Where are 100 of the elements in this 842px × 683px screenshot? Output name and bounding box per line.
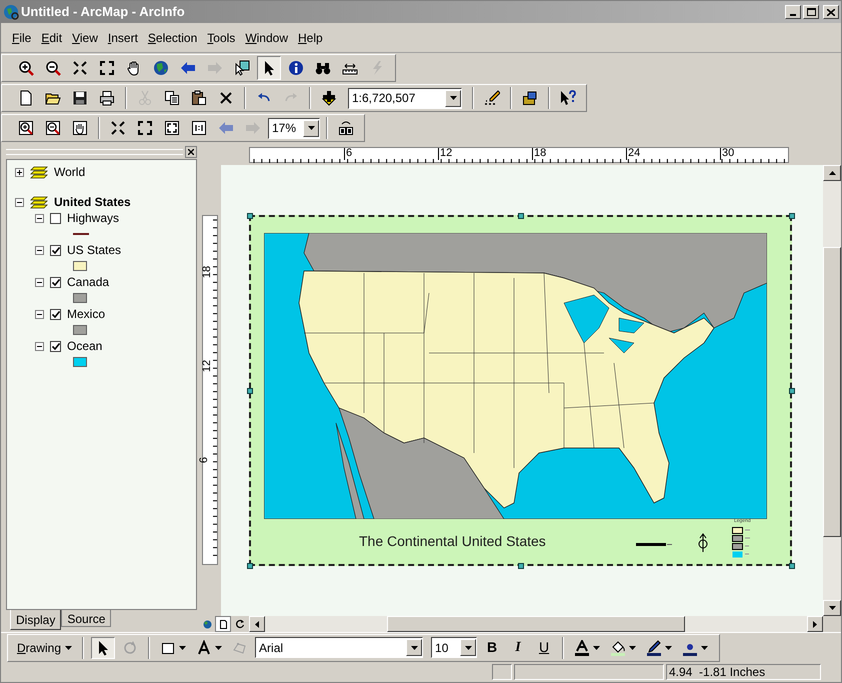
scale-dropdown[interactable]: 1:6,720,507 — [348, 88, 462, 108]
selection-handle[interactable] — [789, 388, 795, 394]
selection-handle[interactable] — [789, 213, 795, 219]
scissors-icon — [137, 90, 153, 106]
italic-button[interactable]: I — [507, 636, 530, 658]
page-magnifier-plus-icon — [18, 120, 34, 136]
maximize-icon — [806, 8, 816, 16]
selection-handle[interactable] — [518, 563, 524, 569]
layer-name[interactable]: Mexico — [67, 305, 106, 323]
layer-name[interactable]: Ocean — [67, 337, 102, 355]
layers-icon — [30, 195, 48, 209]
pointer-map-icon — [234, 60, 250, 76]
expand-toggle[interactable] — [15, 198, 24, 206]
right-arrow-icon — [207, 60, 223, 76]
expand-toggle[interactable] — [35, 310, 44, 318]
left-arrow-icon — [255, 620, 259, 628]
tab[interactable]: Source — [61, 610, 112, 627]
paint-bucket-icon — [610, 640, 626, 656]
expand-toggle[interactable] — [35, 246, 44, 254]
check-icon — [52, 310, 60, 318]
check-icon — [52, 246, 60, 254]
window-title: Untitled - ArcMap - ArcInfo — [21, 3, 185, 22]
up-arrow-icon — [828, 171, 836, 175]
right-arrow-icon — [813, 620, 817, 628]
caret-icon — [629, 646, 636, 650]
close-button[interactable] — [185, 146, 197, 158]
scroll-thumb[interactable] — [387, 616, 685, 632]
ruler-label: 12 — [440, 147, 452, 159]
toolbox-icon — [522, 90, 538, 106]
vertical-scrollbar[interactable] — [823, 165, 841, 616]
scroll-left-button[interactable] — [249, 616, 265, 632]
selection-handle[interactable] — [789, 563, 795, 569]
scale-bar-drawing — [636, 543, 672, 547]
minus-icon — [37, 248, 42, 252]
coordinates-text: 4.94 -1.81 Inches — [669, 664, 766, 681]
underline-button[interactable]: U — [533, 636, 556, 658]
layer-name[interactable]: Highways — [67, 209, 120, 227]
checkbox[interactable] — [50, 276, 61, 288]
select-tool[interactable] — [91, 636, 116, 658]
checkbox[interactable] — [50, 244, 61, 256]
zoom-dropdown[interactable]: 17% — [268, 118, 320, 138]
info-icon — [288, 60, 304, 76]
binoculars-icon — [315, 60, 331, 76]
selection-handle[interactable] — [518, 213, 524, 219]
ruler-label: 6 — [198, 456, 210, 464]
menu-item[interactable]: File — [11, 28, 32, 46]
selection-handle[interactable] — [247, 563, 253, 569]
outward-corners-icon — [137, 120, 153, 136]
page-scale-icon — [191, 120, 207, 136]
data-frame-name[interactable]: World — [54, 163, 86, 181]
menu-item[interactable]: Tools — [206, 28, 236, 46]
checkbox[interactable] — [50, 340, 61, 352]
inward-arrows-icon — [110, 120, 126, 136]
layer-name[interactable]: Canada — [67, 273, 110, 291]
caret-icon — [65, 646, 72, 650]
ruler-label: 18 — [534, 147, 546, 159]
menu-item[interactable]: View — [71, 28, 99, 46]
font-dropdown[interactable]: Arial — [255, 637, 424, 658]
minus-icon — [17, 200, 22, 204]
drawing-menu[interactable]: Drawing — [14, 638, 76, 656]
scroll-thumb[interactable] — [823, 247, 841, 537]
status-panel — [492, 664, 512, 680]
horizontal-scrollbar[interactable] — [249, 616, 823, 632]
caret-icon — [665, 646, 672, 650]
data-frame-name[interactable]: United States — [54, 193, 131, 211]
tool-button[interactable] — [257, 56, 281, 80]
selection-handle[interactable] — [247, 388, 253, 394]
tab[interactable]: Display — [10, 610, 62, 630]
minimize-button[interactable] — [785, 5, 801, 19]
minus-icon — [37, 280, 42, 284]
font-size-dropdown[interactable]: 10 — [431, 637, 478, 658]
map-title: The Continental United States — [359, 532, 546, 551]
menu-item[interactable]: Window — [244, 28, 289, 46]
globe-icon — [153, 60, 169, 76]
expand-toggle[interactable] — [15, 168, 24, 176]
ruler-label: 6 — [346, 147, 352, 159]
menu-item[interactable]: Edit — [40, 28, 64, 46]
layout-view-button[interactable] — [215, 616, 231, 632]
scroll-down-button[interactable] — [823, 600, 841, 616]
bold-button[interactable]: B — [481, 636, 504, 658]
menu-item[interactable]: Insert — [106, 28, 139, 46]
checkbox[interactable] — [50, 212, 61, 224]
text-tool-icon — [196, 640, 212, 656]
help-pointer-icon — [560, 90, 576, 106]
scroll-up-button[interactable] — [823, 165, 841, 181]
menu-item[interactable]: Selection — [146, 28, 198, 46]
rotate-icon — [122, 640, 138, 656]
minus-icon — [37, 312, 42, 316]
right-arrow-icon — [245, 120, 261, 136]
expand-toggle[interactable] — [35, 278, 44, 286]
pen-icon — [646, 640, 662, 656]
expand-toggle[interactable] — [35, 342, 44, 350]
expand-toggle[interactable] — [35, 214, 44, 222]
north-arrow-icon — [697, 533, 709, 553]
selection-handle[interactable] — [247, 213, 253, 219]
scroll-right-button[interactable] — [807, 616, 823, 632]
checkbox[interactable] — [50, 308, 61, 320]
layer-name[interactable]: US States — [67, 241, 122, 259]
maximize-button[interactable] — [803, 5, 819, 19]
menu-item[interactable]: Help — [297, 28, 324, 46]
